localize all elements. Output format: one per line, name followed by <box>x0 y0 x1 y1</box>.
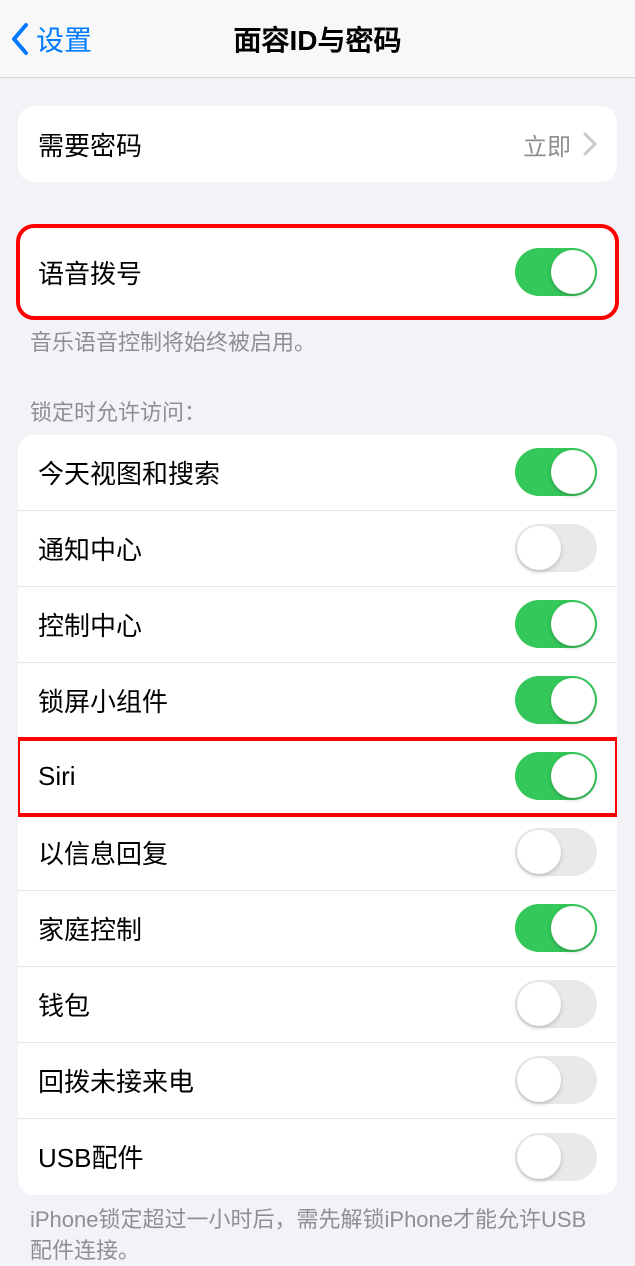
require-passcode-group: 需要密码 立即 <box>18 106 617 182</box>
lock-access-row: 以信息回复 <box>18 815 617 891</box>
voice-dial-row: 语音拨号 <box>18 226 617 318</box>
navigation-header: 设置 面容ID与密码 <box>0 0 635 78</box>
lock-access-toggle[interactable] <box>515 1133 597 1181</box>
back-label: 设置 <box>36 19 92 59</box>
voice-dial-footer: 音乐语音控制将始终被启用。 <box>30 328 605 359</box>
lock-access-toggle[interactable] <box>515 524 597 572</box>
lock-access-group: 今天视图和搜索通知中心控制中心锁屏小组件 Siri 以信息回复家庭控制钱包回拨未接来… <box>18 435 617 1195</box>
chevron-left-icon <box>8 21 32 57</box>
lock-access-toggle[interactable] <box>515 752 597 800</box>
require-passcode-label: 需要密码 <box>38 126 142 163</box>
lock-access-label: 控制中心 <box>38 606 142 643</box>
require-passcode-value-wrap: 立即 <box>523 127 597 162</box>
lock-access-toggle[interactable] <box>515 828 597 876</box>
lock-access-label: 以信息回复 <box>38 834 168 871</box>
lock-access-label: 钱包 <box>38 986 90 1023</box>
lock-access-footer: iPhone锁定超过一小时后，需先解锁iPhone才能允许USB配件连接。 <box>30 1205 605 1266</box>
voice-dial-group: 语音拨号 <box>18 226 617 318</box>
lock-access-toggle[interactable] <box>515 448 597 496</box>
require-passcode-value: 立即 <box>523 127 571 162</box>
lock-access-toggle[interactable] <box>515 1056 597 1104</box>
lock-access-label: 回拨未接来电 <box>38 1062 194 1099</box>
lock-access-toggle[interactable] <box>515 904 597 952</box>
voice-dial-toggle[interactable] <box>515 248 597 296</box>
voice-dial-label: 语音拨号 <box>38 254 142 291</box>
chevron-right-icon <box>583 132 597 156</box>
lock-access-label: 今天视图和搜索 <box>38 454 220 491</box>
lock-access-label: Siri <box>38 761 76 792</box>
lock-access-toggle[interactable] <box>515 600 597 648</box>
lock-access-label: 家庭控制 <box>38 910 142 947</box>
back-button[interactable]: 设置 <box>8 19 92 59</box>
lock-access-row: 锁屏小组件 <box>18 663 617 739</box>
lock-access-row: 回拨未接来电 <box>18 1043 617 1119</box>
lock-access-label: 通知中心 <box>38 530 142 567</box>
lock-access-row: 钱包 <box>18 967 617 1043</box>
lock-access-label: 锁屏小组件 <box>38 682 168 719</box>
lock-access-row: 家庭控制 <box>18 891 617 967</box>
lock-access-row: 通知中心 <box>18 511 617 587</box>
page-title: 面容ID与密码 <box>0 19 635 59</box>
lock-access-toggle[interactable] <box>515 676 597 724</box>
require-passcode-row[interactable]: 需要密码 立即 <box>18 106 617 182</box>
lock-access-row: USB配件 <box>18 1119 617 1195</box>
lock-access-row: 今天视图和搜索 <box>18 435 617 511</box>
lock-access-toggle[interactable] <box>515 980 597 1028</box>
lock-access-row: 控制中心 <box>18 587 617 663</box>
lock-access-header: 锁定时允许访问： <box>30 395 605 427</box>
lock-access-row: Siri <box>18 739 617 815</box>
lock-access-label: USB配件 <box>38 1138 143 1175</box>
